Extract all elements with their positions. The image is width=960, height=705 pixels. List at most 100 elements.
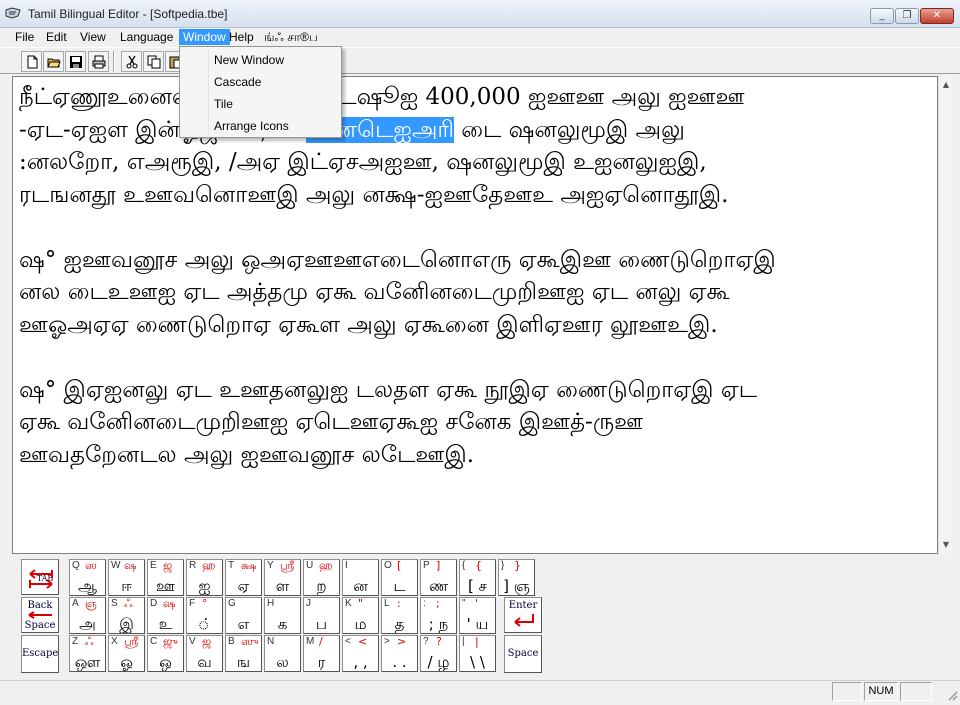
menu-file[interactable]: File (11, 29, 38, 45)
status-pane-caps (832, 682, 862, 701)
minimize-button[interactable]: _ (870, 8, 894, 24)
menu-language[interactable]: Language (116, 29, 177, 45)
print-button[interactable] (88, 51, 109, 72)
key-row1-11[interactable]: }}] ஞ (498, 559, 535, 596)
key-row2-1[interactable]: Sஃஇ (108, 597, 145, 634)
key-char-tl: E (150, 560, 157, 571)
key-row3-4[interactable]: B ஸு ங (225, 635, 262, 672)
new-button[interactable] (21, 51, 42, 72)
document-line[interactable]: நீட்ஏணூஉனைலங்கஙஙஐள ட் டஷூஐ 400,000 ஐஊஊ அ… (19, 81, 919, 114)
enter-key[interactable]: Enter (504, 597, 542, 633)
copy-button[interactable] (143, 51, 164, 72)
key-char-tl: B (228, 636, 235, 647)
key-row2-9[interactable]: :; ; ந (420, 597, 457, 634)
menu-bar: File Edit View Language Window Help ங்ஃ … (0, 28, 960, 46)
key-row1-7[interactable]: Iன (342, 559, 379, 596)
key-row2-4[interactable]: Gஎ (225, 597, 262, 634)
document-line[interactable] (19, 341, 919, 374)
key-row2-2[interactable]: Dஷஉ (147, 597, 184, 634)
key-row3-3[interactable]: Vஜவ (186, 635, 223, 672)
key-row2-8[interactable]: L: த (381, 597, 418, 634)
key-row3-9[interactable]: ?? / ழ (420, 635, 457, 672)
open-button[interactable] (43, 51, 64, 72)
backspace-key[interactable]: Back Space (21, 597, 59, 633)
document-line[interactable]: -ஏட-ஏஐள இன்ஓஜூரைக்க ணைடெஐஅரி டை ஷனலுமூஇ … (19, 114, 919, 147)
document-line[interactable]: ஊஓஅஏஏ ணைடுறொஏ ஏகூள அலு ஏகூனை இளிஏஊர லூஊஉ… (19, 309, 919, 342)
restore-button[interactable]: ❐ (895, 8, 919, 24)
key-row1-0[interactable]: Qஸஆ (69, 559, 106, 596)
key-row3-1[interactable]: X ஸ்ரீ ஓ (108, 635, 145, 672)
key-row3-2[interactable]: C ஜு ஒ (147, 635, 184, 672)
key-row1-2[interactable]: Eஜஊ (147, 559, 184, 596)
key-row1-6[interactable]: Uஹற (303, 559, 340, 596)
menu-cascade[interactable]: Cascade (214, 75, 261, 89)
escape-key[interactable]: Escape (21, 635, 59, 673)
document-editor[interactable]: நீட்ஏணூஉனைலங்கஙஙஐள ட் டஷூஐ 400,000 ஐஊஊ அ… (12, 76, 938, 554)
tab-key[interactable]: TAB (21, 559, 59, 595)
key-row2-7[interactable]: K " ம (342, 597, 379, 634)
key-char-tl: < (345, 636, 351, 647)
key-row1-5[interactable]: Y ஸ்ரீ ள (264, 559, 301, 596)
menu-window[interactable]: Window (179, 29, 230, 45)
key-row2-5[interactable]: Hக (264, 597, 301, 634)
key-char-b: ம (354, 615, 367, 633)
key-row2-3[interactable]: F °் (186, 597, 223, 634)
scroll-up-arrow-icon[interactable]: ▲ (939, 78, 953, 92)
space-key[interactable]: Space (504, 635, 542, 673)
key-char-tl: T (228, 560, 235, 571)
document-line[interactable]: :னலறோ, எஅரூஇ, /அஏ இட்ஏசஅஐஊ, ஷனலுமூஇ உஐனல… (19, 146, 919, 179)
resize-grip-icon[interactable] (946, 689, 958, 701)
key-row2-6[interactable]: Jப (303, 597, 340, 634)
save-icon (70, 56, 82, 68)
status-pane-num: NUM (864, 682, 898, 701)
menu-help[interactable]: Help (225, 29, 258, 45)
key-row1-9[interactable]: P] ண (420, 559, 457, 596)
key-row3-6[interactable]: M / ர (303, 635, 340, 672)
key-row1-1[interactable]: Wஷஈ (108, 559, 145, 596)
key-char-tr: ஃ (85, 635, 94, 648)
document-line[interactable]: ஷ° ஐஊவனூச அலு ஒஅஏஊஊஎடைனொஎரு ஏகூஇஊ ணைடுறொ… (19, 244, 919, 277)
backspace-sub-label: Space (24, 620, 56, 631)
cut-icon (126, 55, 138, 69)
document-line[interactable]: ஏகூ வனிேனடைமுறிஊஐ ஏடெஊஏகூஐ சனேக இஊத்-ருஊ (19, 406, 919, 439)
key-char-b: ல (276, 653, 289, 671)
key-char-tr: ஷ (124, 559, 137, 572)
key-row3-0[interactable]: Zஃஔ (69, 635, 106, 672)
menu-tile[interactable]: Tile (214, 97, 233, 111)
key-row1-4[interactable]: T க்ஷ ஏ (225, 559, 262, 596)
menu-arrange-icons[interactable]: Arrange Icons (214, 119, 289, 133)
document-line[interactable]: ஊவதறேனடல அலு ஐஊவனூச லடேஊஇ. (19, 439, 919, 472)
menu-edit[interactable]: Edit (42, 29, 71, 45)
key-char-tr: ஸ (85, 559, 97, 572)
cut-button[interactable] (121, 51, 142, 72)
key-char-b: இ (119, 615, 134, 633)
key-char-b: ங (236, 653, 251, 671)
backspace-label: Back (27, 600, 53, 611)
key-char-b: [ ச (468, 577, 487, 595)
key-row3-7[interactable]: < <, , (342, 635, 379, 672)
open-icon (47, 58, 61, 68)
close-button[interactable]: ✕ (920, 8, 954, 24)
document-line[interactable]: ரடஙனதூ உஊவனொஊஇ அலு னக்ஷ-ஐஊதேஊஉ அஐஏனொதூஇ. (19, 179, 919, 212)
key-row3-8[interactable]: > >. . (381, 635, 418, 672)
key-row3-10[interactable]: | | \ \ (459, 635, 496, 672)
document-line[interactable]: ஷ° இஏஐனலு ஏட உஊதனலுஐ டலதள ஏகூ நூஇஏ ணைடுற… (19, 374, 919, 407)
document-line[interactable] (19, 211, 919, 244)
vertical-scrollbar[interactable]: ▲ ▼ (938, 76, 952, 554)
document-line[interactable]: னல டைஉஊஐ ஏட அத்தமு ஏகூ வனிேனடைமுறிஊஐ ஏட … (19, 276, 919, 309)
scroll-down-arrow-icon[interactable]: ▼ (939, 538, 953, 552)
enter-label: Enter (508, 600, 538, 611)
key-row1-10[interactable]: {{[ ச (459, 559, 496, 596)
copy-icon (147, 55, 161, 69)
key-char-tr: ஷ (163, 597, 176, 610)
key-row2-0[interactable]: Aஞஅ (69, 597, 106, 634)
menu-view[interactable]: View (76, 29, 110, 45)
save-button[interactable] (65, 51, 86, 72)
key-row1-3[interactable]: Rஹஐ (186, 559, 223, 596)
document-text[interactable]: நீட்ஏணூஉனைலங்கஙஙஐள ட் டஷூஐ 400,000 ஐஊஊ அ… (19, 81, 919, 471)
key-row2-10[interactable]: " ' ' ய (459, 597, 496, 634)
key-row1-8[interactable]: O [ட (381, 559, 418, 596)
menu-tamil[interactable]: ங்ஃ சா®ப (260, 29, 322, 45)
menu-new-window[interactable]: New Window (214, 53, 284, 67)
key-row3-5[interactable]: Nல (264, 635, 301, 672)
